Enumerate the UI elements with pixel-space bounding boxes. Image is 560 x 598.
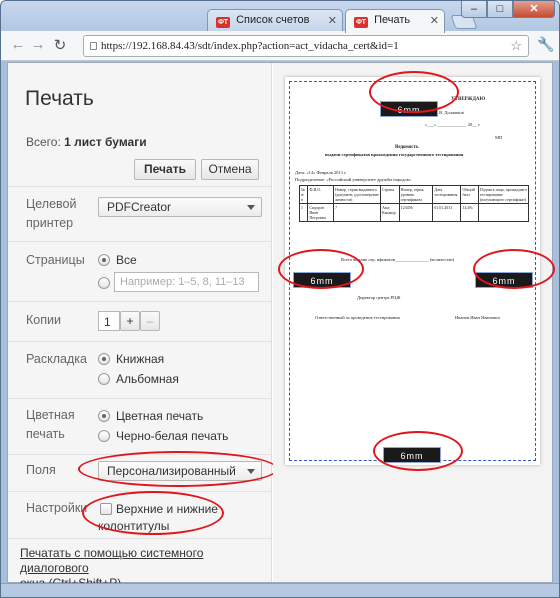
highlight-circle xyxy=(473,249,555,289)
table-header-cell: Подпись лица, прошедшего тестирование (п… xyxy=(477,185,530,204)
print-button[interactable]: Печать xyxy=(134,159,196,180)
site-favicon-icon: ФТ xyxy=(354,17,368,28)
table-cell xyxy=(477,203,530,222)
table-header-cell: № п/п xyxy=(298,185,309,204)
layout-landscape-radio[interactable] xyxy=(98,373,110,385)
doc-subtitle: выдачи сертификатов прохождения государс… xyxy=(325,152,464,157)
doc-title: Ведомость xyxy=(395,145,419,150)
highlight-circle xyxy=(373,431,463,471)
doc-mp: МП xyxy=(495,135,503,140)
address-bar[interactable]: https://192.168.84.43/sdt/index.php?acti… xyxy=(83,35,529,57)
printer-value: PDFCreator xyxy=(107,200,172,214)
pages-all-label: Все xyxy=(116,253,137,267)
table-header-cell: Дата тестирования xyxy=(432,185,462,204)
table-header-cell: Ф.И.О. xyxy=(307,185,334,204)
divider xyxy=(8,186,272,187)
print-settings-panel: Печать Всего: 1 лист бумаги Печать Отмен… xyxy=(8,63,278,590)
sheet-count: Всего: 1 лист бумаги xyxy=(26,135,147,149)
url-text: https://192.168.84.43/sdt/index.php?acti… xyxy=(101,40,399,52)
forward-arrow-icon[interactable]: → xyxy=(29,36,47,53)
layout-landscape-label: Альбомная xyxy=(116,372,179,386)
pages-all-radio[interactable] xyxy=(98,254,110,266)
highlight-circle xyxy=(369,71,459,113)
status-bar xyxy=(1,583,559,597)
reload-icon[interactable]: ↻ xyxy=(51,36,69,54)
tab-strip: ФТ Список счетов ✕ ФТ Печать ✕ – □ ✕ xyxy=(1,1,559,33)
divider xyxy=(8,538,272,539)
doc-division: Подразделение: «Российский университет д… xyxy=(295,177,411,182)
layout-label: Раскладка xyxy=(26,352,87,366)
bookmark-star-icon[interactable]: ☆ xyxy=(510,38,522,54)
doc-date: Дата: «14» Февраля 2013 г. xyxy=(295,170,347,175)
table-header-cell: Номер, серия, уровень сертификата xyxy=(398,185,434,204)
table-header-row: № п/п Ф.И.О. Номер, серия выданного (док… xyxy=(298,185,530,204)
pages-range-input[interactable]: Например: 1–5, 8, 11–13 xyxy=(114,272,259,292)
site-favicon-icon: ФТ xyxy=(216,17,230,28)
table-cell: 7 xyxy=(332,203,382,222)
table-header-cell: Общий балл xyxy=(460,185,479,204)
pages-label: Страницы xyxy=(26,253,85,267)
highlight-circle xyxy=(82,491,224,535)
window-controls: – □ ✕ xyxy=(461,1,555,19)
layout-portrait-label: Книжная xyxy=(116,352,165,366)
divider xyxy=(8,398,272,399)
divider xyxy=(8,301,272,302)
doc-date-line: «___» _____________ 20__ г. xyxy=(425,122,481,127)
tab-invoice-list[interactable]: ФТ Список счетов ✕ xyxy=(207,9,343,32)
printer-label: Целевой принтер xyxy=(26,197,77,230)
back-arrow-icon[interactable]: ← xyxy=(9,36,27,53)
table-cell: Сидоров Иван Петрович xyxy=(307,203,334,222)
doc-table: № п/п Ф.И.О. Номер, серия выданного (док… xyxy=(298,185,530,222)
table-header-cell: Номер, серия выданного (документ, удосто… xyxy=(332,185,382,204)
doc-director: Директор центра РЦЖ xyxy=(357,295,401,300)
print-preview: УТВЕРЖДАЮ Проректор ____________ А.В. До… xyxy=(273,63,555,582)
tab-label: Список счетов xyxy=(236,14,310,26)
settings-label: Настройки xyxy=(26,501,88,515)
tab-close-icon[interactable]: ✕ xyxy=(430,14,439,27)
printer-select[interactable]: PDFCreator xyxy=(98,197,262,217)
highlight-circle xyxy=(78,451,278,487)
wrench-menu-icon[interactable]: 🔧 xyxy=(537,36,554,53)
divider xyxy=(8,241,272,242)
tab-print[interactable]: ФТ Печать ✕ xyxy=(345,9,445,33)
close-window-button[interactable]: ✕ xyxy=(513,1,555,18)
color-label: Цветная печать xyxy=(26,408,75,441)
minimize-button[interactable]: – xyxy=(461,1,487,18)
cancel-button[interactable]: Отмена xyxy=(201,159,259,180)
doc-responsible-name: Иванов Иван Иванович xyxy=(455,315,500,320)
page-title: Печать xyxy=(25,87,94,110)
divider xyxy=(8,341,272,342)
maximize-button[interactable]: □ xyxy=(487,1,513,18)
doc-responsible: Ответственный за проведение тестирования xyxy=(315,315,400,320)
copies-label: Копии xyxy=(26,313,61,327)
margins-label: Поля xyxy=(26,463,56,477)
table-cell: 14,4% xyxy=(460,203,479,222)
color-bw-radio[interactable] xyxy=(98,430,110,442)
pages-range-radio[interactable] xyxy=(98,277,110,289)
copies-plus-button[interactable]: + xyxy=(120,311,140,331)
highlight-circle xyxy=(278,249,364,289)
copies-input[interactable]: 1 xyxy=(98,311,120,331)
print-dialog: Печать Всего: 1 лист бумаги Печать Отмен… xyxy=(7,62,555,590)
table-cell: Амд Кашкир xyxy=(380,203,400,222)
table-cell: 1 xyxy=(298,203,309,222)
copies-minus-button[interactable]: – xyxy=(140,311,160,331)
table-row: 1 Сидоров Иван Петрович 7 Амд Кашкир 123… xyxy=(298,203,530,222)
color-bw-label: Черно-белая печать xyxy=(116,429,229,443)
table-header-cell: Страна xyxy=(380,185,400,204)
table-cell: 01.01.2013 xyxy=(432,203,462,222)
chevron-down-icon xyxy=(247,205,255,210)
table-cell: 123456 xyxy=(398,203,434,222)
browser-toolbar: ← → ↻ https://192.168.84.43/sdt/index.ph… xyxy=(1,31,559,61)
color-color-radio[interactable] xyxy=(98,410,110,422)
tab-label: Печать xyxy=(374,14,411,26)
tab-close-icon[interactable]: ✕ xyxy=(328,14,337,27)
layout-portrait-radio[interactable] xyxy=(98,353,110,365)
lock-icon xyxy=(90,42,97,50)
browser-window: ФТ Список счетов ✕ ФТ Печать ✕ – □ ✕ ← →… xyxy=(0,0,560,598)
color-color-label: Цветная печать xyxy=(116,409,204,423)
